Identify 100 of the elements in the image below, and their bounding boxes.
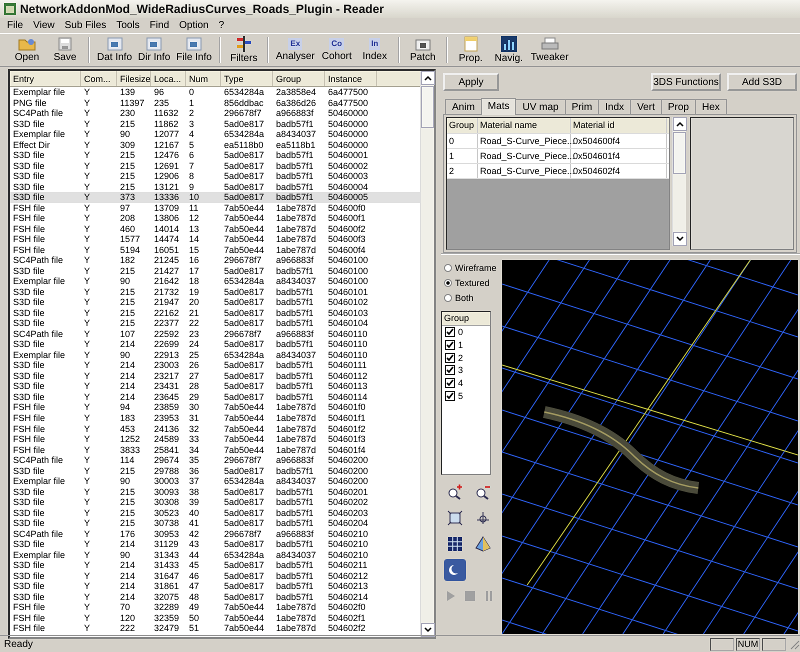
- radio-option[interactable]: Both: [441, 290, 499, 305]
- table-cell-text: a8434037: [275, 129, 318, 140]
- toolbar-button[interactable]: Open: [8, 34, 46, 66]
- column-header[interactable]: Instance: [325, 71, 377, 86]
- table-cell-text: 214: [119, 339, 136, 350]
- toolbar-button[interactable]: Filters: [224, 34, 263, 66]
- column-header[interactable]: Material name: [478, 118, 571, 133]
- table-cell-text: 22699: [153, 339, 180, 350]
- checkbox-icon[interactable]: [445, 378, 455, 388]
- scroll-up-icon[interactable]: [673, 117, 687, 131]
- menu-item[interactable]: View: [28, 20, 60, 31]
- toolbar-button[interactable]: Patch: [404, 34, 442, 66]
- table-cell-text: 94: [119, 402, 132, 413]
- table-cell-text: Y: [83, 118, 92, 130]
- column-header[interactable]: Filesize: [117, 71, 151, 86]
- table-cell-text: 2: [188, 108, 196, 119]
- toolbar-button[interactable]: File Info: [173, 34, 215, 66]
- table-cell-text: 5ad0e817: [223, 360, 266, 371]
- scrollbar[interactable]: [672, 117, 686, 246]
- column-header[interactable]: Type: [221, 71, 273, 86]
- group-checkbox[interactable]: 0: [442, 326, 490, 339]
- column-header[interactable]: Group: [447, 118, 478, 133]
- toolbar-button[interactable]: Dir Info: [135, 34, 174, 66]
- table-cell-text: 29: [188, 392, 200, 402]
- table-cell-text: 22592: [153, 328, 180, 340]
- toolbar-button[interactable]: Dat Info: [94, 34, 136, 66]
- scroll-down-icon[interactable]: [421, 623, 435, 637]
- table-cell-text: S3D file: [12, 308, 46, 318]
- column-header[interactable]: Material id: [571, 118, 667, 133]
- table-cell-text: a8434037: [275, 476, 318, 487]
- table-cell-text: 48: [188, 592, 200, 602]
- scroll-up-icon[interactable]: [421, 71, 435, 85]
- table-cell-text: 50460212: [327, 570, 370, 582]
- table-cell-text: 504601f3: [327, 434, 367, 445]
- group-checkbox[interactable]: 4: [442, 376, 490, 390]
- table-cell-text: Exemplar file: [12, 476, 66, 487]
- table-cell-text: 214: [119, 581, 136, 592]
- checkbox-icon[interactable]: [445, 352, 455, 363]
- tab[interactable]: Hex: [694, 99, 727, 114]
- column-header[interactable]: Num: [186, 71, 221, 86]
- table-cell-text: 1: [188, 98, 196, 108]
- menu-item[interactable]: Tools: [111, 20, 145, 31]
- scroll-thumb[interactable]: [421, 86, 434, 128]
- table-cell-text: 215: [119, 318, 136, 329]
- letter-icon: Ex: [288, 38, 302, 50]
- tab[interactable]: Prop: [660, 99, 696, 114]
- menu-item[interactable]: File: [2, 20, 28, 31]
- toolbar-button[interactable]: In Index: [356, 34, 394, 66]
- table-cell-text: 28: [188, 381, 200, 392]
- group-checkbox[interactable]: 5: [442, 389, 490, 402]
- toolbar-button[interactable]: Save: [46, 34, 84, 66]
- group-checkbox[interactable]: 1: [442, 338, 490, 352]
- table-cell-text: a966883f: [275, 528, 315, 540]
- table-cell-text: 31343: [153, 550, 180, 560]
- table-cell-text: 25: [188, 350, 200, 360]
- table-cell-text: 214: [119, 360, 136, 371]
- column-header[interactable]: Loca...: [151, 71, 186, 86]
- apply-button[interactable]: Apply: [443, 73, 499, 91]
- checkbox-icon[interactable]: [445, 327, 455, 338]
- toolbar-button[interactable]: Prop.: [452, 34, 490, 66]
- toolbar-button[interactable]: Tweaker: [528, 34, 572, 66]
- toolbar-button[interactable]: Navig.: [490, 34, 528, 66]
- checkbox-icon[interactable]: [445, 365, 455, 376]
- menu-item[interactable]: ?: [214, 20, 230, 31]
- table-cell-text: 13806: [153, 213, 180, 224]
- table-cell-text: 50460003: [327, 171, 370, 182]
- group-checkbox[interactable]: 2: [442, 351, 490, 364]
- tab[interactable]: Anim: [445, 99, 482, 114]
- table-cell-text: 504602f0: [327, 602, 367, 613]
- scroll-thumb[interactable]: [673, 132, 686, 174]
- table-cell-text: 50460000: [327, 140, 370, 150]
- column-header[interactable]: Entry: [10, 71, 81, 86]
- toolbar-button[interactable]: Ex Analyser: [272, 34, 318, 66]
- menu-item[interactable]: Find: [144, 20, 174, 31]
- scroll-down-icon[interactable]: [673, 232, 687, 246]
- light-icon[interactable]: [444, 559, 466, 581]
- table-cell-text: badb57f1: [275, 297, 315, 308]
- radio-option[interactable]: Wireframe: [441, 260, 499, 275]
- table-cell-text: 7ab50e44: [223, 224, 266, 234]
- group-checkbox[interactable]: 3: [442, 364, 490, 377]
- checkbox-icon[interactable]: [445, 390, 455, 401]
- table-cell-text: badb57f1: [275, 560, 315, 571]
- toolbar-button[interactable]: Co Cohort: [318, 34, 356, 66]
- menu-item[interactable]: Option: [174, 20, 214, 31]
- table-cell-text: 0: [188, 87, 196, 98]
- column-header[interactable]: Com...: [81, 71, 117, 86]
- radio-option[interactable]: Textured: [441, 275, 499, 290]
- table-cell-text: 50: [188, 612, 200, 624]
- tab[interactable]: Mats: [480, 98, 516, 115]
- table-cell-text: 296678f7: [223, 455, 263, 466]
- table-cell-text: S3D file: [12, 466, 46, 476]
- column-header[interactable]: Group: [273, 71, 325, 86]
- functions-button[interactable]: 3DS Functions: [651, 73, 721, 91]
- checkbox-icon[interactable]: [445, 340, 455, 350]
- add-button[interactable]: Add S3D: [727, 73, 797, 91]
- menu-item[interactable]: Sub Files: [60, 20, 112, 31]
- column-header[interactable]: Group: [442, 312, 490, 326]
- page-icon: [462, 36, 479, 52]
- tab[interactable]: UV map: [515, 99, 566, 114]
- scrollbar[interactable]: [420, 71, 434, 637]
